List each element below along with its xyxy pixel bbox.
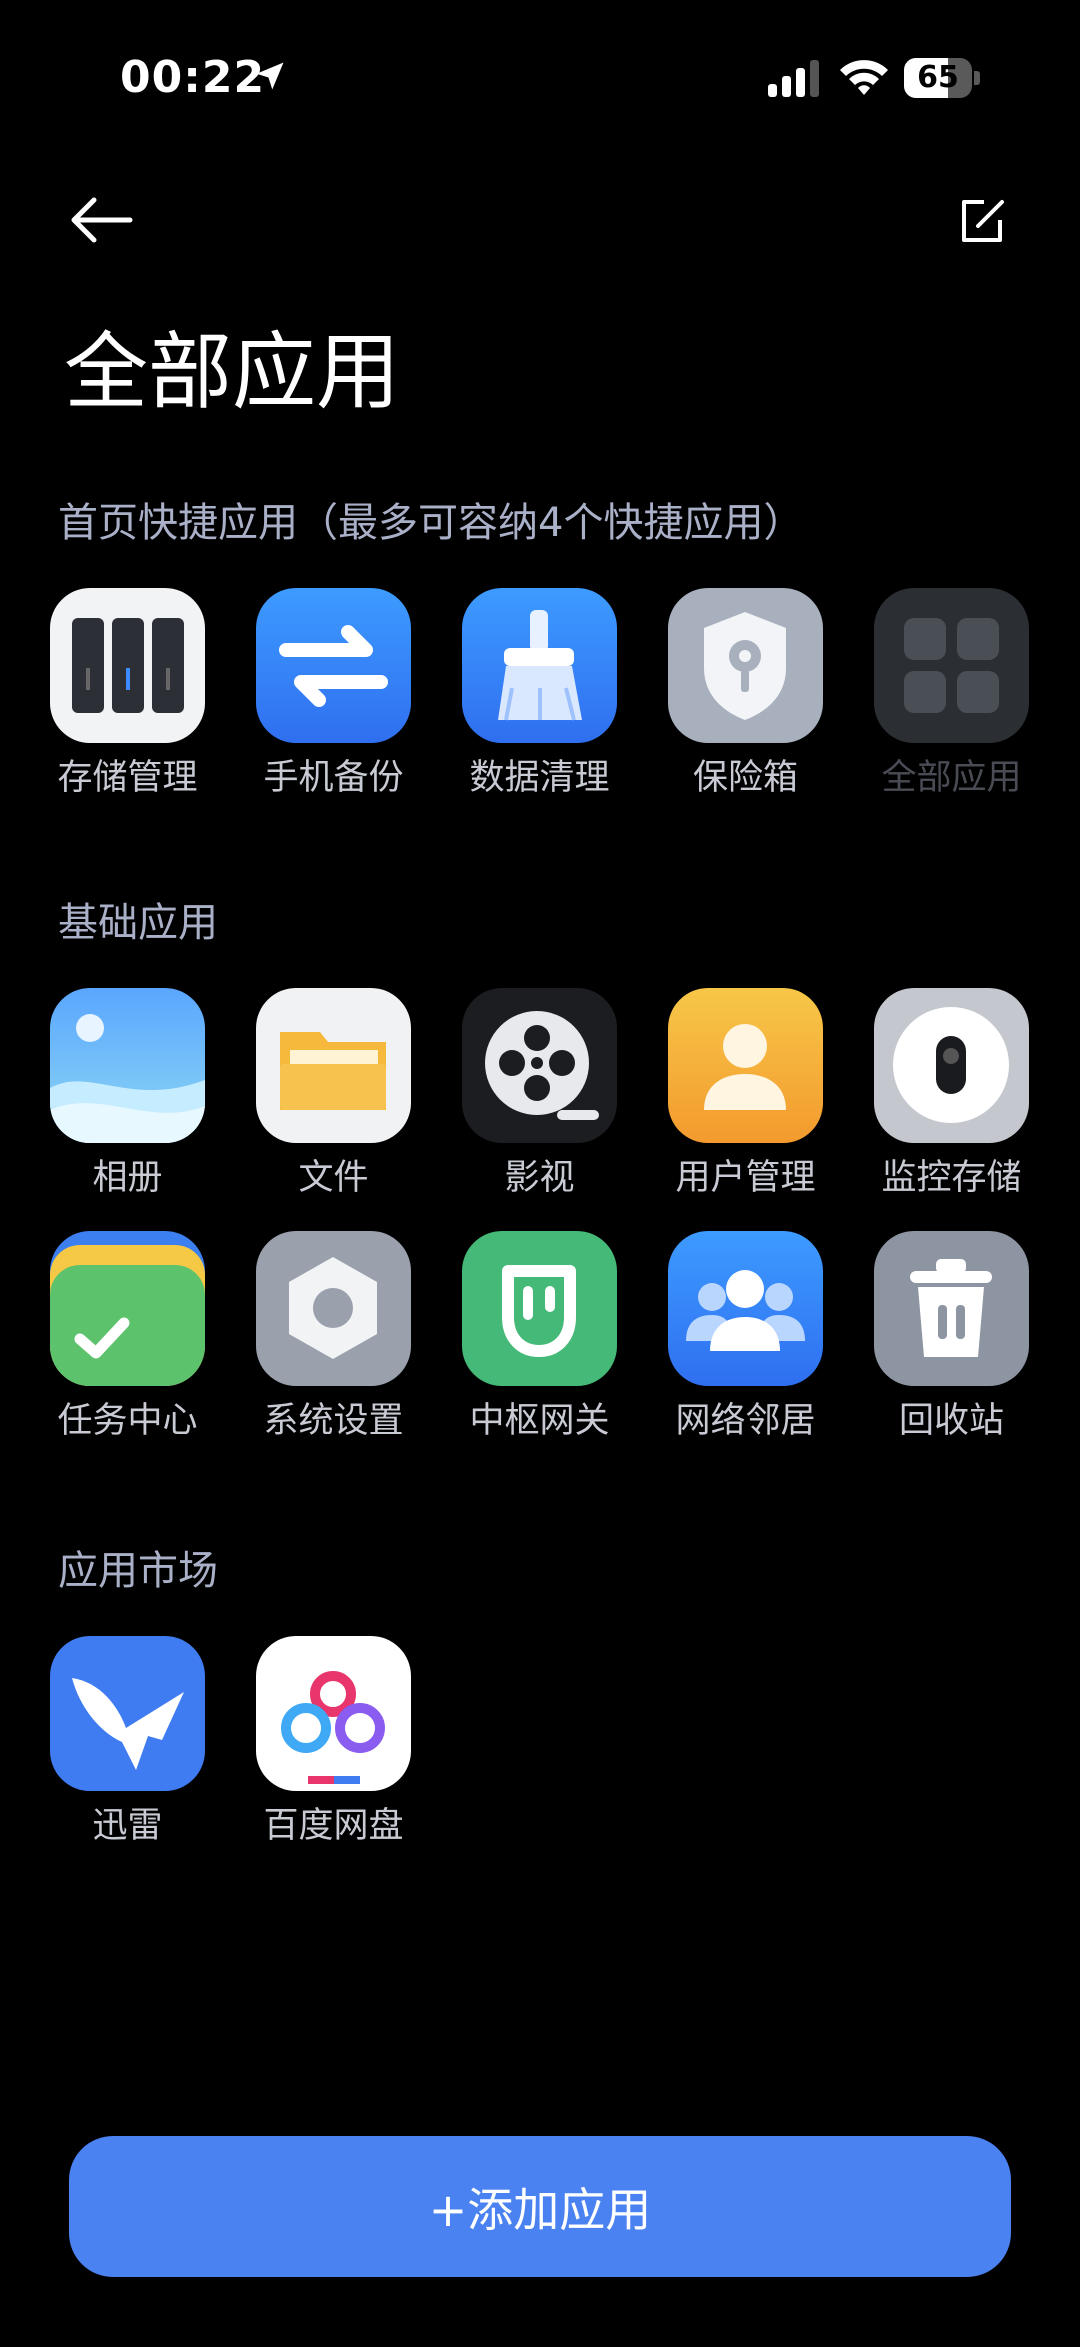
app-label: 监控存储: [881, 1158, 1022, 1198]
battery-indicator: 65: [904, 58, 980, 98]
section-title-basic: 基础应用: [58, 900, 218, 946]
back-arrow-icon[interactable]: [64, 190, 136, 250]
status-time: 00:22: [120, 52, 266, 103]
baidu-cloud-icon: [256, 1636, 411, 1791]
section-title-quick: 首页快捷应用（最多可容纳4个快捷应用）: [58, 500, 804, 546]
section-title-market: 应用市场: [58, 1548, 218, 1594]
edit-icon[interactable]: [950, 190, 1014, 254]
location-arrow-icon: [256, 62, 284, 90]
add-app-button[interactable]: +添加应用: [69, 2136, 1011, 2277]
safe-shield-icon: [668, 588, 823, 743]
app-system-settings[interactable]: 系统设置: [256, 1231, 411, 1443]
phone-backup-icon: [256, 588, 411, 743]
film-reel-icon: [462, 988, 617, 1143]
app-label: 文件: [298, 1158, 369, 1198]
app-label: 网络邻居: [675, 1401, 816, 1441]
app-label: 影视: [504, 1158, 575, 1198]
app-baidu-netdisk[interactable]: 百度网盘: [256, 1636, 411, 1848]
app-label: 任务中心: [57, 1401, 198, 1441]
app-label: 保险箱: [692, 758, 798, 798]
quick-apps-grid: 存储管理 手机备份 数据清理 保险箱 全部应用: [50, 588, 1030, 800]
cellular-signal-icon: [768, 60, 819, 97]
app-label: 迅雷: [92, 1806, 163, 1846]
app-all-apps[interactable]: 全部应用: [874, 588, 1029, 800]
app-hub-gateway[interactable]: 中枢网关: [462, 1231, 617, 1443]
app-label: 全部应用: [881, 758, 1022, 798]
user-icon: [668, 988, 823, 1143]
app-label: 相册: [92, 1158, 163, 1198]
app-video[interactable]: 影视: [462, 988, 617, 1200]
page-title: 全部应用: [64, 323, 401, 421]
trash-icon: [874, 1231, 1029, 1386]
app-label: 手机备份: [263, 758, 404, 798]
app-label: 中枢网关: [469, 1401, 610, 1441]
camera-icon: [874, 988, 1029, 1143]
app-label: 用户管理: [675, 1158, 816, 1198]
app-label: 存储管理: [57, 758, 198, 798]
network-users-icon: [668, 1231, 823, 1386]
app-label: 系统设置: [263, 1401, 404, 1441]
broom-icon: [462, 588, 617, 743]
mi-gateway-icon: [462, 1231, 617, 1386]
app-data-cleanup[interactable]: 数据清理: [462, 588, 617, 800]
app-task-center[interactable]: 任务中心: [50, 1231, 205, 1443]
settings-nut-icon: [256, 1231, 411, 1386]
basic-apps-grid: 相册 文件 影视 用户管理 监控存储 任务中心 系统设置 中枢网关 网络邻居 回…: [50, 988, 1030, 1443]
wifi-icon: [840, 60, 888, 95]
photo-album-icon: [50, 988, 205, 1143]
app-safe-box[interactable]: 保险箱: [668, 588, 823, 800]
app-photo-album[interactable]: 相册: [50, 988, 205, 1200]
app-files[interactable]: 文件: [256, 988, 411, 1200]
thunder-bird-icon: [50, 1636, 205, 1791]
app-xunlei[interactable]: 迅雷: [50, 1636, 205, 1848]
app-recycle-bin[interactable]: 回收站: [874, 1231, 1029, 1443]
app-storage-management[interactable]: 存储管理: [50, 588, 205, 800]
battery-level: 65: [917, 60, 959, 95]
app-network-neighbors[interactable]: 网络邻居: [668, 1231, 823, 1443]
all-apps-grid-icon: [874, 588, 1029, 743]
app-phone-backup[interactable]: 手机备份: [256, 588, 411, 800]
status-bar: 00:22 65: [0, 0, 1080, 150]
app-label: 回收站: [898, 1401, 1004, 1441]
storage-icon: [50, 588, 205, 743]
task-check-icon: [50, 1231, 205, 1386]
app-monitor-storage[interactable]: 监控存储: [874, 988, 1029, 1200]
app-label: 百度网盘: [263, 1806, 404, 1846]
app-label: 数据清理: [469, 758, 610, 798]
app-user-management[interactable]: 用户管理: [668, 988, 823, 1200]
folder-icon: [256, 988, 411, 1143]
market-apps-grid: 迅雷 百度网盘: [50, 1636, 1030, 1848]
